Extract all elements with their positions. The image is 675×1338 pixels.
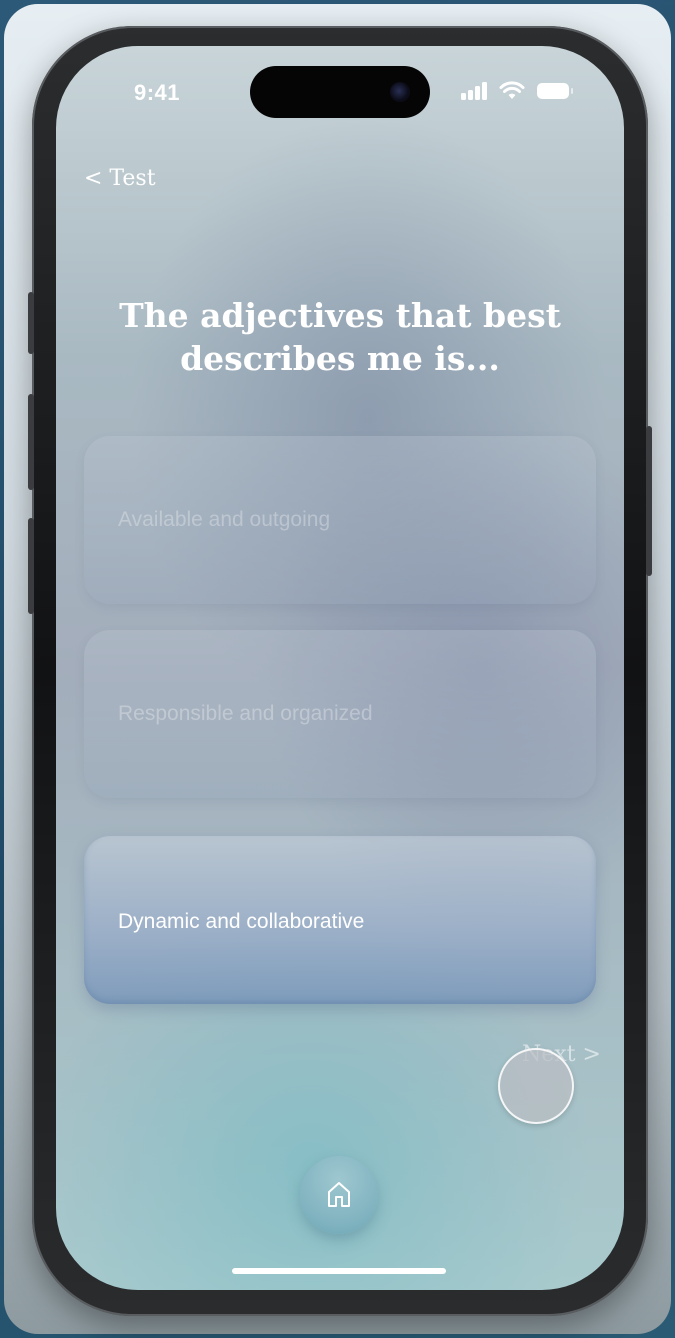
option-label: Responsible and organized bbox=[118, 702, 373, 725]
cellular-signal-icon bbox=[461, 82, 491, 100]
option-label: Available and outgoing bbox=[118, 508, 331, 531]
option-label: Dynamic and collaborative bbox=[118, 910, 365, 933]
volume-down-button bbox=[28, 518, 34, 614]
status-icons bbox=[461, 81, 581, 102]
option-responsible-organized[interactable]: Responsible and organized bbox=[84, 630, 596, 798]
app-screen: 9:41 < Test The adjectives that best des… bbox=[56, 46, 624, 1290]
dynamic-island bbox=[250, 66, 430, 118]
option-available-outgoing[interactable]: Available and outgoing bbox=[84, 436, 596, 604]
power-button bbox=[646, 426, 652, 576]
home-icon bbox=[328, 1182, 350, 1207]
volume-up-button bbox=[28, 394, 34, 490]
wifi-icon bbox=[499, 81, 525, 99]
back-button[interactable]: < Test bbox=[84, 166, 156, 191]
battery-icon bbox=[537, 83, 573, 99]
home-button[interactable] bbox=[300, 1156, 378, 1234]
status-time: 9:41 bbox=[134, 80, 181, 105]
action-button bbox=[28, 292, 34, 354]
status-bar: 9:41 bbox=[56, 46, 624, 136]
backdrop: 9:41 < Test The adjectives that best des… bbox=[0, 0, 675, 1338]
touch-indicator bbox=[498, 1048, 574, 1124]
camera-icon bbox=[390, 82, 410, 102]
option-dynamic-collaborative[interactable]: Dynamic and collaborative bbox=[84, 836, 596, 1004]
home-indicator bbox=[232, 1268, 446, 1274]
question-title: The adjectives that best describes me is… bbox=[119, 296, 561, 378]
